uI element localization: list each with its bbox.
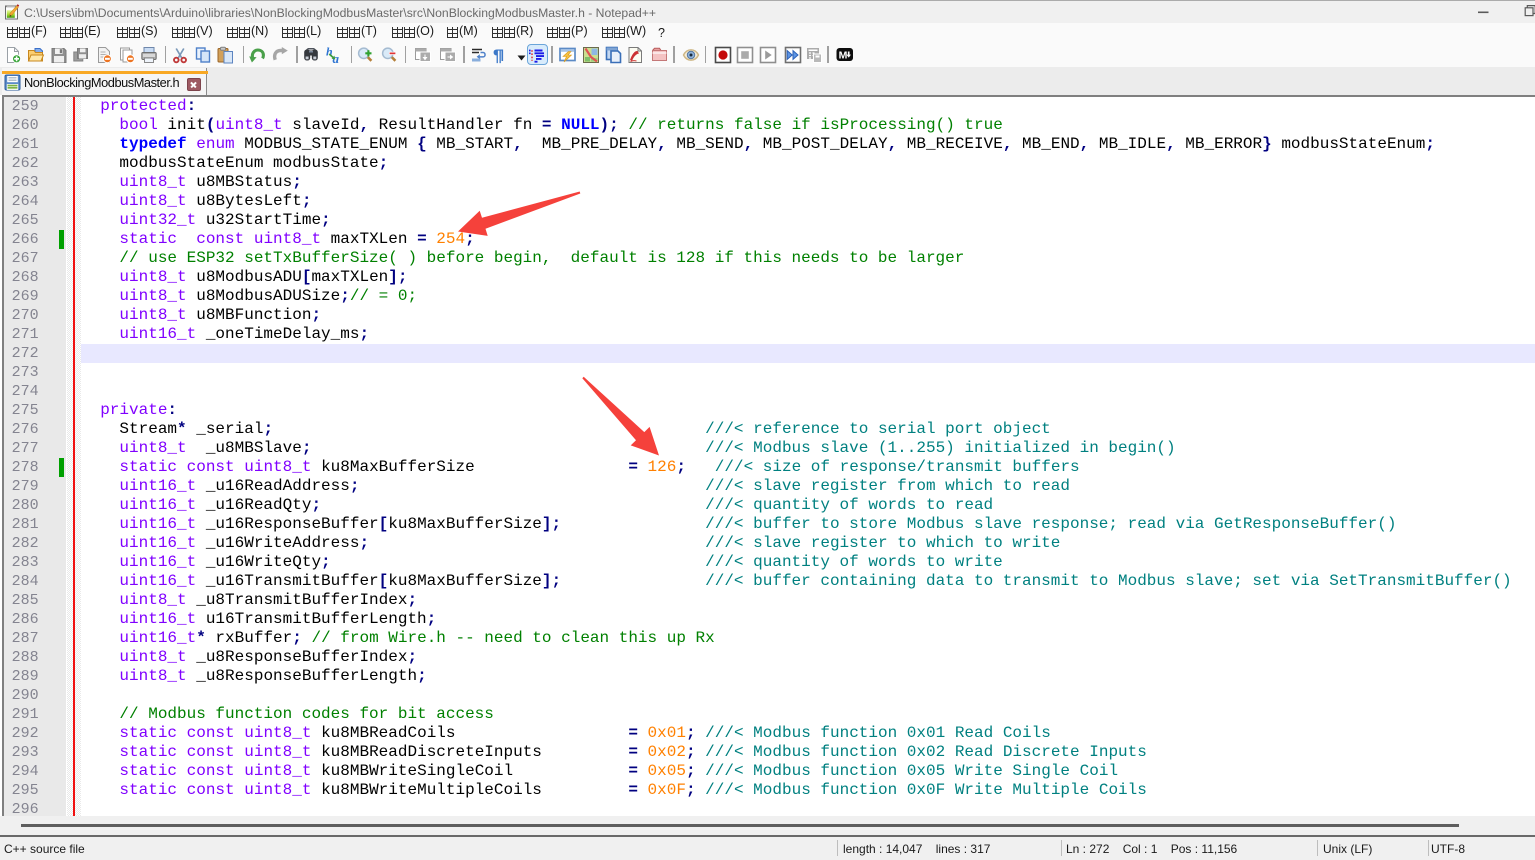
svg-text:M: M [838, 50, 847, 62]
svg-text:¶: ¶ [493, 46, 502, 64]
